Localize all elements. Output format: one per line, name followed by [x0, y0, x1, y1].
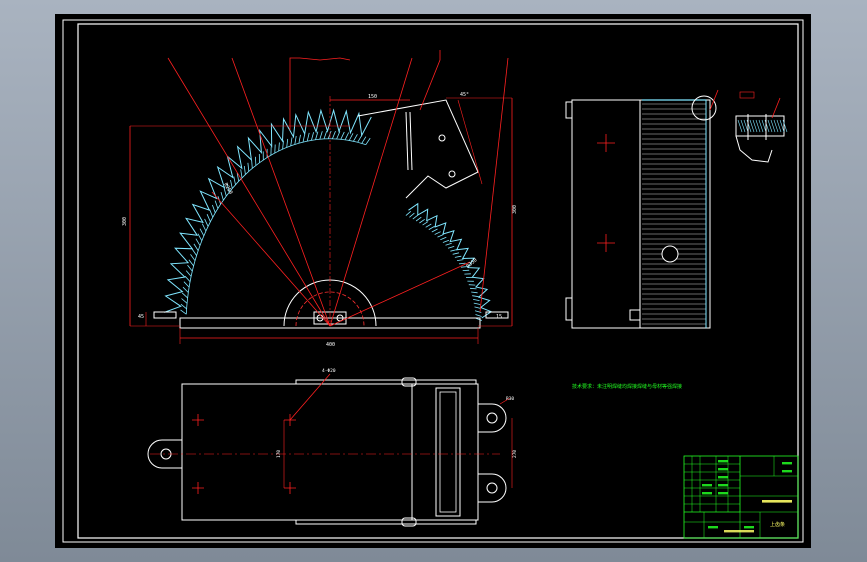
dim-left-height-label: 300 — [122, 217, 128, 226]
plan-hole-label: 4-Φ20 — [322, 368, 336, 374]
technical-note: 技术要求：未注明焊缝均焊接焊缝与母材等强焊接 — [572, 383, 682, 390]
dim-bottom-width-label: 400 — [326, 342, 335, 348]
plan-lug-radius-label: R30 — [506, 396, 514, 402]
side-hole — [661, 245, 679, 263]
plan-lug-span-label: 270 — [512, 450, 518, 458]
dim-right-height-label: 300 — [512, 205, 518, 214]
small-dim-2: 15 — [496, 314, 502, 320]
angle-label: 45° — [460, 92, 469, 98]
small-dim-1: 45 — [138, 314, 144, 320]
dim-top-width-label: 150 — [368, 94, 377, 100]
cad-viewport[interactable]: 150 300 300 400 R250 R350 45° 45 15 4-Φ2… — [0, 0, 867, 562]
title-block-drawing-name: 上齿条 — [770, 521, 785, 528]
plan-center-height-label: 170 — [276, 450, 282, 458]
side-rack-hatch — [642, 99, 707, 328]
cad-drawing-canvas[interactable]: 150 300 300 400 R250 R350 45° 45 15 4-Φ2… — [0, 0, 867, 562]
